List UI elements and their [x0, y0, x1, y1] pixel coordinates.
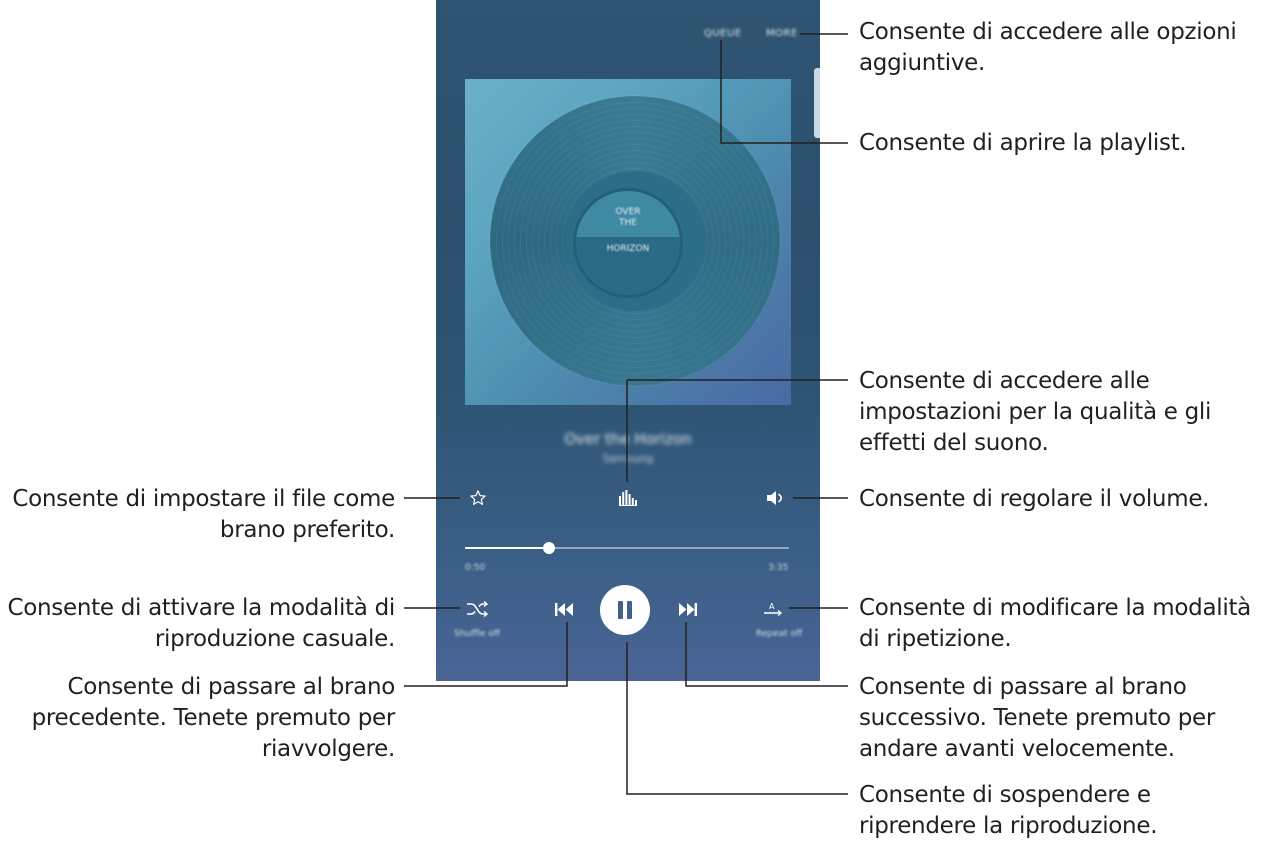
callout-shuffle: Consente di attivare la modalità di ripr… — [7, 595, 396, 652]
play-pause-button[interactable] — [600, 585, 650, 635]
side-panel-handle[interactable] — [814, 68, 820, 138]
disc-label-line2: THE — [619, 218, 637, 228]
repeat-caption: Repeat off — [756, 629, 803, 639]
more-button[interactable]: MORE — [766, 28, 798, 39]
callout-favourite: Consente di impostare il file come brano… — [12, 486, 395, 543]
shuffle-caption: Shuffle off — [454, 629, 500, 639]
callout-next: Consente di passare al brano successivo.… — [859, 674, 1216, 762]
shuffle-icon[interactable] — [464, 597, 490, 621]
music-player-screen: QUEUE MORE OVER THE HORIZON Over the Hor… — [436, 0, 820, 681]
star-outline-icon[interactable] — [466, 486, 490, 510]
equalizer-icon[interactable] — [616, 486, 640, 510]
song-artist: Samsung — [602, 452, 654, 465]
progress-bar[interactable] — [465, 542, 789, 554]
callout-queue: Consente di aprire la playlist. — [859, 130, 1187, 156]
callout-volume: Consente di regolare il volume. — [859, 486, 1210, 512]
song-title: Over the Horizon — [564, 430, 692, 448]
svg-text:A: A — [769, 602, 775, 611]
callout-previous: Consente di passare al brano precedente.… — [31, 674, 396, 762]
volume-icon[interactable] — [764, 486, 788, 510]
album-art: OVER THE HORIZON — [465, 79, 791, 405]
callout-repeat: Consente di modificare la modalità di ri… — [859, 595, 1251, 652]
skip-previous-icon[interactable] — [552, 598, 576, 620]
elapsed-time: 0:50 — [465, 563, 486, 573]
callout-more: Consente di accedere alle opzioni aggiun… — [859, 19, 1237, 76]
callout-soundalive: Consente di accedere alle impostazioni p… — [859, 368, 1212, 456]
total-time: 3:35 — [768, 563, 789, 573]
disc-label-line3: HORIZON — [606, 244, 650, 254]
callout-pause: Consente di sospendere e riprendere la r… — [859, 782, 1158, 839]
queue-button[interactable]: QUEUE — [704, 28, 742, 39]
pause-icon — [618, 601, 623, 619]
progress-knob[interactable] — [543, 542, 556, 554]
disc-label: OVER THE HORIZON — [573, 188, 683, 298]
repeat-icon[interactable]: A — [760, 597, 786, 621]
skip-next-icon[interactable] — [676, 598, 700, 620]
disc-label-line1: OVER — [615, 207, 641, 217]
progress-fill — [465, 547, 550, 549]
